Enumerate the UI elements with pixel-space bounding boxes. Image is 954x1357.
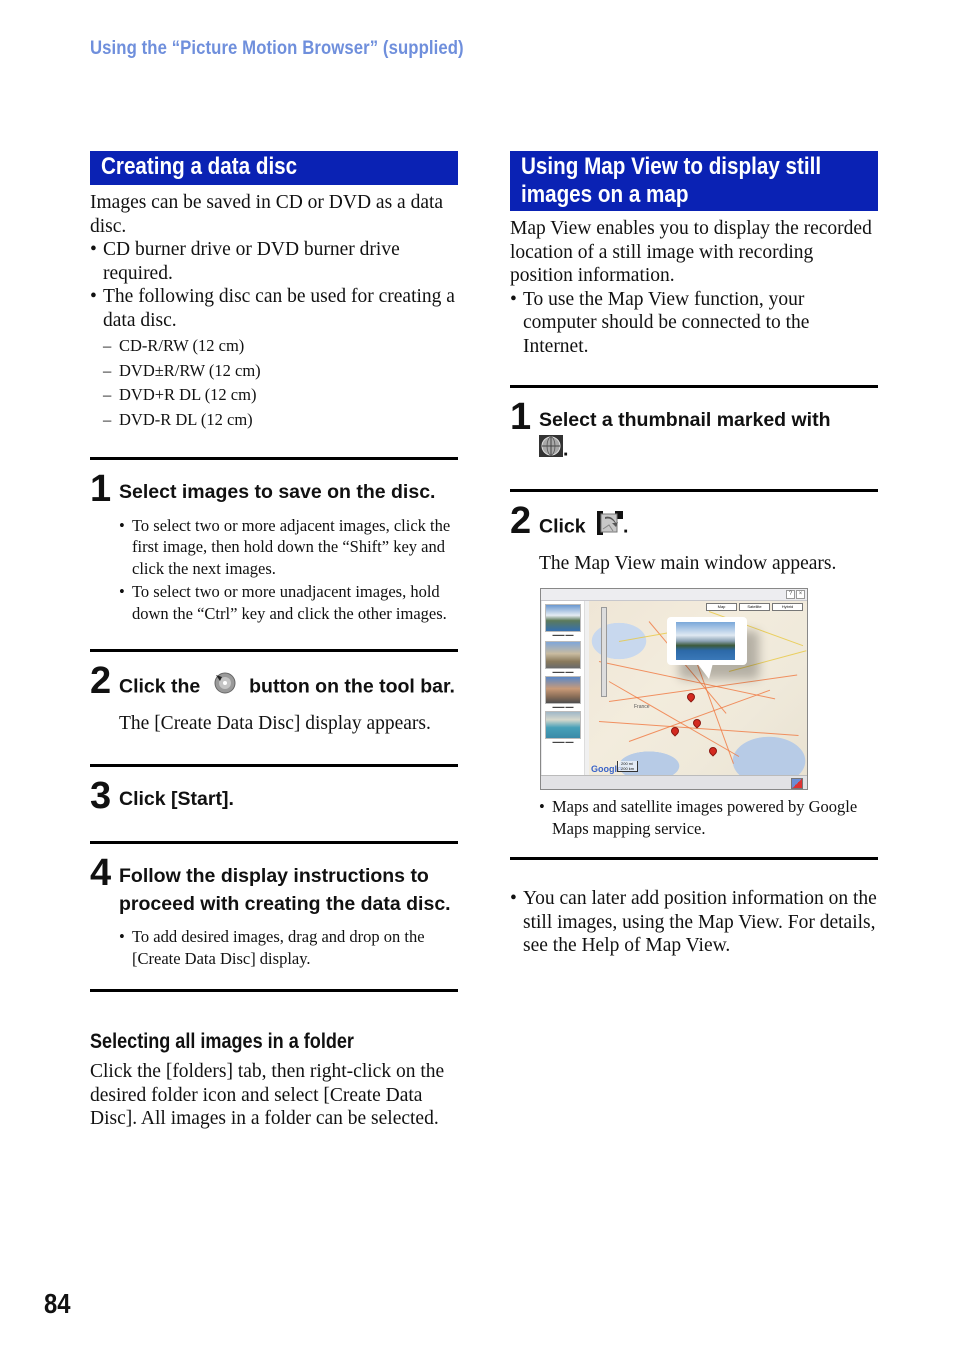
gps-globe-icon	[539, 434, 563, 466]
section-divider	[90, 989, 458, 992]
close-button[interactable]: ×	[796, 590, 805, 599]
section-divider	[510, 857, 878, 860]
list-item: DVD+R DL (12 cm)	[90, 383, 458, 408]
location-pin[interactable]	[707, 745, 719, 757]
step-title-text: Click	[539, 515, 586, 538]
thumbnail-list: ▬▬▬ ▬▬ ▬▬▬ ▬▬ ▬▬▬ ▬▬ ▬▬▬ ▬▬	[542, 601, 585, 775]
map-view-window-screenshot: ? × ▬▬▬ ▬▬ ▬▬▬ ▬▬ ▬▬▬ ▬▬ ▬▬▬ ▬▬ Map Sate…	[540, 588, 808, 790]
step-result-text: The Map View main window appears.	[539, 552, 837, 574]
thumbnail-date: ▬▬▬ ▬▬	[552, 632, 574, 637]
step-number: 4	[90, 852, 112, 894]
running-head: Using the “Picture Motion Browser” (supp…	[90, 38, 464, 59]
step-result-text: The [Create Data Disc] display appears.	[119, 712, 431, 734]
step-2: 2 Click the button on the tool bar. The …	[90, 649, 458, 736]
step-3: 3 Click [Start].	[90, 763, 458, 817]
map-step-1: 1 Select a thumbnail marked with .	[510, 385, 878, 465]
section-title-line: images on a map	[521, 181, 689, 208]
list-item: You can later add position information o…	[510, 887, 878, 958]
map-scale: 200 mi 200 km	[617, 761, 639, 772]
step-title-period: .	[623, 515, 629, 538]
map-type-hybrid[interactable]: Hybrid	[772, 603, 803, 611]
intro-text: Images can be saved in CD or DVD as a da…	[90, 192, 444, 237]
step-number: 1	[90, 468, 112, 510]
help-button[interactable]: ?	[786, 590, 795, 599]
list-item: To use the Map View function, your compu…	[510, 288, 878, 359]
step-4: 4 Follow the display instructions to pro…	[90, 841, 458, 969]
thumbnail-image[interactable]	[545, 676, 581, 704]
location-pin[interactable]	[685, 691, 697, 703]
step-title: Click the button on the tool bar.	[119, 665, 458, 704]
list-item: To add desired images, drag and drop on …	[119, 926, 458, 969]
create-data-disc-icon	[212, 671, 238, 704]
photo-balloon	[667, 617, 747, 665]
list-item: To select two or more adjacent images, c…	[119, 515, 458, 580]
thumbnail-date: ▬▬▬ ▬▬	[552, 704, 574, 709]
step-number: 2	[510, 500, 532, 542]
step-number: 3	[90, 774, 112, 817]
section-title: Creating a data disc	[101, 153, 298, 180]
map-step-2: 2 Click . The Map View main window appea…	[510, 489, 878, 576]
thumbnail-image[interactable]	[545, 711, 581, 739]
intro-text: Map View enables you to display the reco…	[510, 218, 872, 286]
map-label-country: France	[634, 704, 650, 710]
list-item: DVD-R DL (12 cm)	[90, 408, 458, 433]
right-column-bottom: Maps and satellite images powered by Goo…	[510, 796, 878, 958]
map-note-list: Maps and satellite images powered by Goo…	[539, 796, 878, 840]
step-title-text: Select a thumbnail marked with	[539, 409, 831, 431]
step-1: 1 Select images to save on the disc. To …	[90, 457, 458, 624]
thumbnail-date: ▬▬▬ ▬▬	[552, 739, 574, 744]
step-notes: To select two or more adjacent images, c…	[119, 515, 458, 625]
left-column: Creating a data disc Images can be saved…	[90, 151, 458, 1131]
requirements-list: CD burner drive or DVD burner drive requ…	[90, 238, 458, 332]
balloon-tail	[697, 663, 713, 679]
section-header-data-disc: Creating a data disc	[90, 151, 458, 185]
scale-label: 200 km	[621, 766, 635, 771]
step-title-text: Click the	[119, 675, 201, 698]
map-view-icon	[597, 511, 624, 544]
zoom-slider[interactable]	[601, 607, 607, 697]
window-titlebar: ? ×	[541, 589, 807, 601]
subsection-text: Click the [folders] tab, then right-clic…	[90, 1061, 445, 1129]
step-number: 2	[90, 660, 112, 702]
right-column: Using Map View to display still images o…	[510, 151, 878, 576]
step-title: Click .	[539, 505, 878, 544]
list-item: To select two or more unadjacent images,…	[119, 581, 458, 624]
list-item: CD burner drive or DVD burner drive requ…	[90, 238, 458, 285]
section-title-line: Using Map View to display still	[521, 153, 822, 180]
requirements-list: To use the Map View function, your compu…	[510, 288, 878, 359]
map-area[interactable]: Map Satellite Hybrid France Google 200 m…	[589, 601, 807, 775]
step-title: Follow the display instructions to proce…	[119, 865, 451, 915]
step-title-period: .	[563, 437, 569, 460]
step-title: Select a thumbnail marked with .	[539, 401, 878, 465]
balloon-photo	[676, 622, 735, 660]
step-notes: To add desired images, drag and drop on …	[119, 926, 458, 969]
page-number: 84	[44, 1288, 71, 1319]
map-type-map[interactable]: Map	[706, 603, 737, 611]
thumbnail-image[interactable]	[545, 641, 581, 669]
subsection-title: Selecting all images in a folder	[90, 1030, 354, 1053]
step-title: Select images to save on the disc.	[119, 481, 436, 503]
section-header-map-view: Using Map View to display still images o…	[510, 151, 878, 211]
thumbnail-image[interactable]	[545, 604, 581, 632]
map-type-satellite[interactable]: Satellite	[739, 603, 770, 611]
step-title-text: button on the tool bar.	[249, 675, 455, 698]
final-notes: You can later add position information o…	[510, 887, 878, 958]
list-item: The following disc can be used for creat…	[90, 285, 458, 332]
list-item: Maps and satellite images powered by Goo…	[539, 796, 878, 840]
thumbnail-date: ▬▬▬ ▬▬	[552, 669, 574, 674]
list-item: CD-R/RW (12 cm)	[90, 334, 458, 359]
disc-types-list: CD-R/RW (12 cm) DVD±R/RW (12 cm) DVD+R D…	[90, 334, 458, 432]
window-statusbar	[541, 775, 807, 789]
step-title: Click [Start].	[119, 787, 234, 810]
map-marker-tool-icon[interactable]	[791, 778, 803, 789]
step-number: 1	[510, 396, 532, 438]
list-item: DVD±R/RW (12 cm)	[90, 359, 458, 384]
